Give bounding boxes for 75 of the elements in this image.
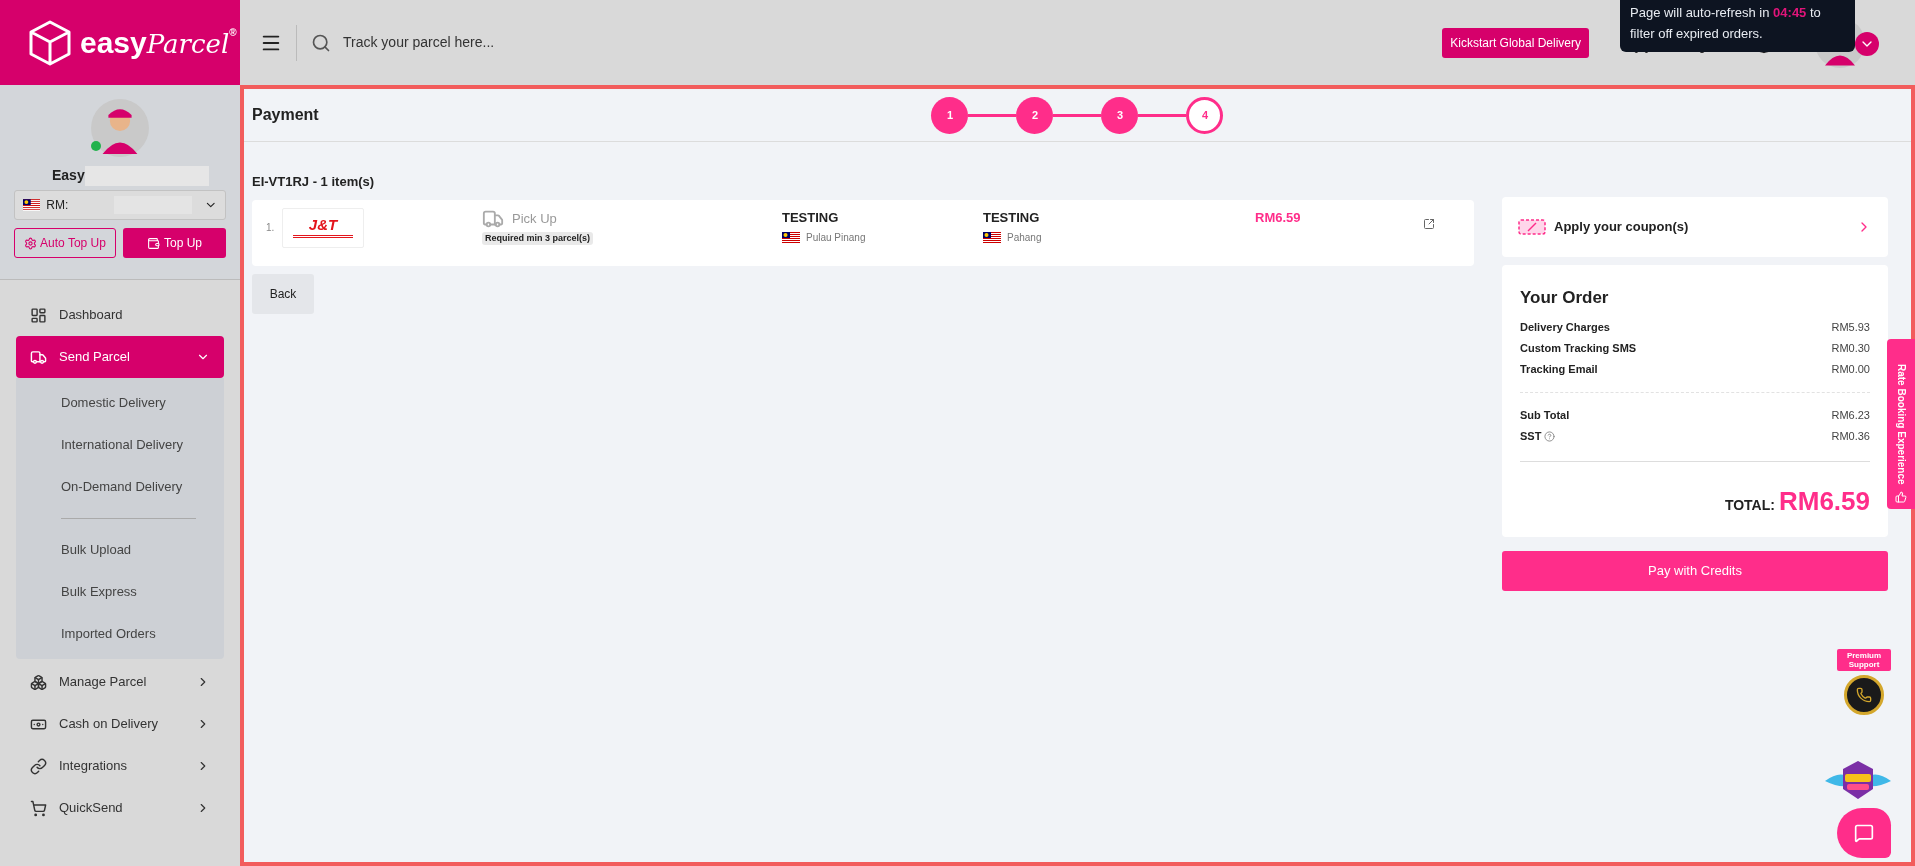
courier-logo: J&T (282, 207, 364, 248)
receiver-state: Pahang (1007, 231, 1042, 245)
total-line-label: Sub Total (1520, 407, 1570, 423)
total-label: TOTAL: (1724, 495, 1775, 515)
sender-name: TESTING (782, 208, 840, 227)
charge-value: RM0.00 (1831, 361, 1870, 377)
requirement-tag: Required min 3 parcel(s) (482, 231, 594, 245)
total-line-value: RM0.36 (1831, 428, 1870, 444)
submenu-item[interactable]: Imported Orders (16, 613, 224, 655)
thumbs-up-icon (1895, 491, 1907, 503)
coupon-label: Apply your coupon(s) (1554, 218, 1690, 237)
whatsapp-badge-icon[interactable] (1844, 675, 1884, 715)
total-line-label: SST (1520, 428, 1542, 444)
step-indicator: 1 (931, 96, 969, 134)
order-heading: EI-VT1RJ - 1 item(s) (252, 173, 376, 191)
tooltip-text: Page will auto-refresh in 04:45 to filter off expired orders. (1630, 4, 1822, 43)
top-up-button[interactable]: Top Up (123, 228, 226, 258)
coupon-icon (1518, 219, 1546, 235)
wallet-select[interactable]: RM: (14, 190, 226, 220)
step-indicator: 4 (1186, 96, 1224, 134)
charge-label: Tracking Email (1520, 361, 1598, 377)
charge-value: RM5.93 (1831, 319, 1870, 335)
summary-title: Your Order (1520, 287, 1610, 309)
logo-text: easyParcel® (80, 27, 237, 58)
truck-icon (30, 348, 47, 366)
box-logo-icon (28, 18, 72, 67)
coupon-card[interactable]: Apply your coupon(s) (1502, 197, 1888, 257)
dashboard-icon (30, 306, 47, 324)
rate-tab[interactable]: Rate Booking Experience (1887, 339, 1915, 509)
wallet-icon (147, 236, 160, 250)
submenu-item[interactable]: On-Demand Delivery (16, 466, 224, 508)
nav-item[interactable]: Integrations (16, 745, 224, 787)
chat-icon (1854, 823, 1874, 843)
item-index: 1. (266, 220, 276, 235)
cart-icon (30, 799, 47, 817)
total-value: RM6.59 (1778, 484, 1870, 518)
step-indicator: 3 (1101, 96, 1139, 134)
submenu-item[interactable]: Bulk Upload (16, 529, 224, 571)
service-name: Pick Up (512, 209, 557, 228)
premium-support-tag: Premium Support (1837, 649, 1891, 671)
sender-state: Pulau Pinang (806, 231, 866, 245)
dropdown-icon[interactable] (1855, 31, 1879, 56)
flag-icon (23, 199, 41, 211)
back-button[interactable]: Back (252, 273, 314, 314)
charge-value: RM0.30 (1831, 340, 1870, 356)
step-indicator: 2 (1016, 96, 1054, 134)
charge-label: Delivery Charges (1520, 319, 1610, 335)
link-icon (30, 757, 47, 775)
flag-icon (782, 231, 800, 244)
page-title: Payment (252, 105, 320, 125)
auto-top-up-button[interactable]: Auto Top Up (14, 228, 116, 258)
edit-icon[interactable] (1423, 217, 1435, 230)
nav-item[interactable]: Cash on Delivery (16, 703, 224, 745)
submenu-item[interactable]: Domestic Delivery (16, 382, 224, 424)
charge-label: Custom Tracking SMS (1520, 340, 1637, 356)
search-icon (311, 32, 331, 53)
submenu-item[interactable]: International Delivery (16, 424, 224, 466)
pay-button[interactable]: Pay with Credits (1502, 550, 1888, 591)
kickstart-button[interactable]: Kickstart Global Delivery (1442, 27, 1589, 58)
logo[interactable]: easyParcel® (0, 0, 240, 85)
user-name: Easy (52, 166, 85, 185)
total-line-value: RM6.23 (1831, 407, 1870, 423)
boxes-icon (30, 673, 47, 691)
nav-item[interactable]: Manage Parcel (16, 661, 224, 703)
gear-icon (24, 236, 38, 250)
nav-item[interactable]: Dashboard (16, 294, 224, 336)
receiver-name: TESTING (983, 208, 1041, 227)
flag-icon (983, 231, 1001, 244)
nav-item[interactable]: QuickSend (16, 787, 224, 829)
search-field[interactable]: Track your parcel here... (343, 32, 743, 53)
user-avatar (91, 99, 149, 157)
nav-item[interactable]: Send Parcel (16, 336, 224, 378)
chat-button[interactable] (1837, 808, 1891, 858)
submenu-item[interactable]: Bulk Express (16, 571, 224, 613)
item-price: RM6.59 (1255, 208, 1302, 227)
